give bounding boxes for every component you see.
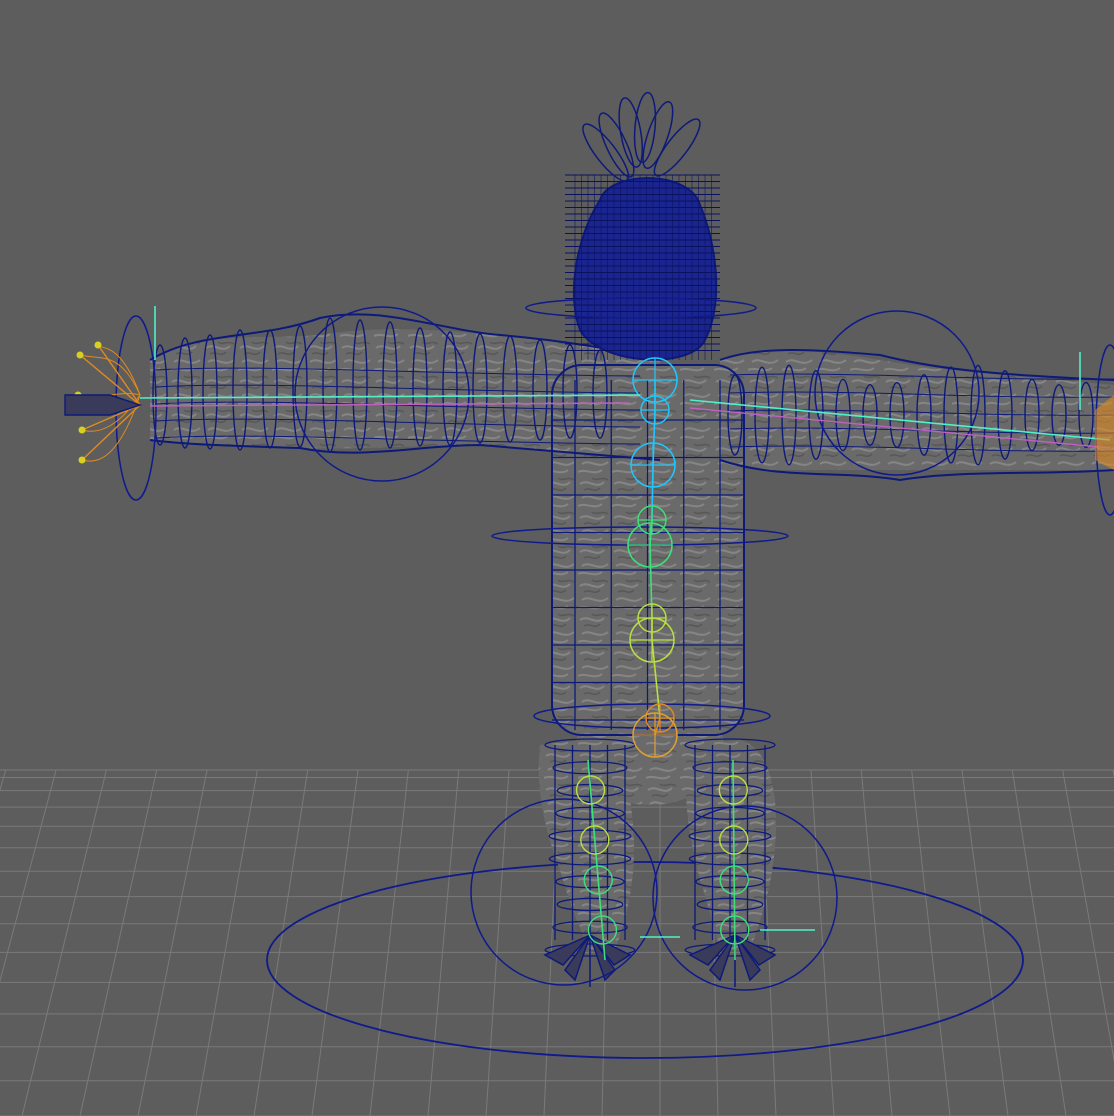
grid-line <box>137 769 208 1116</box>
head-spike <box>618 97 644 168</box>
grid-line <box>0 769 7 792</box>
grid-line <box>961 769 1009 1116</box>
grid-line <box>21 769 107 1116</box>
grid-line <box>195 769 258 1116</box>
grid-line <box>485 769 510 1116</box>
grid-line <box>911 769 951 1116</box>
finger-tip-joint <box>78 456 86 464</box>
grid-line <box>253 769 309 1116</box>
scene-canvas[interactable] <box>0 0 1114 1116</box>
grid-line <box>1062 769 1114 1063</box>
finger-tip-joint <box>78 426 86 434</box>
grid-line <box>810 769 835 1116</box>
grid-line <box>79 769 158 1116</box>
grid-line <box>1011 769 1067 1116</box>
grid-line <box>311 769 359 1116</box>
maya-perspective-viewport[interactable] <box>0 0 1114 1116</box>
head-mesh <box>572 177 718 361</box>
root-control-curve <box>266 861 1024 1059</box>
grid-line <box>0 769 57 983</box>
grid-line <box>860 769 893 1116</box>
head-spike <box>633 91 657 164</box>
hand-mesh <box>64 394 143 416</box>
finger-tip-joint <box>76 351 84 359</box>
head-spike <box>653 118 701 177</box>
grid-line <box>427 769 460 1116</box>
grid-line <box>369 769 409 1116</box>
root-control-curve <box>266 861 1024 1059</box>
finger-tip-joint <box>94 341 102 349</box>
head-spike <box>598 112 635 178</box>
